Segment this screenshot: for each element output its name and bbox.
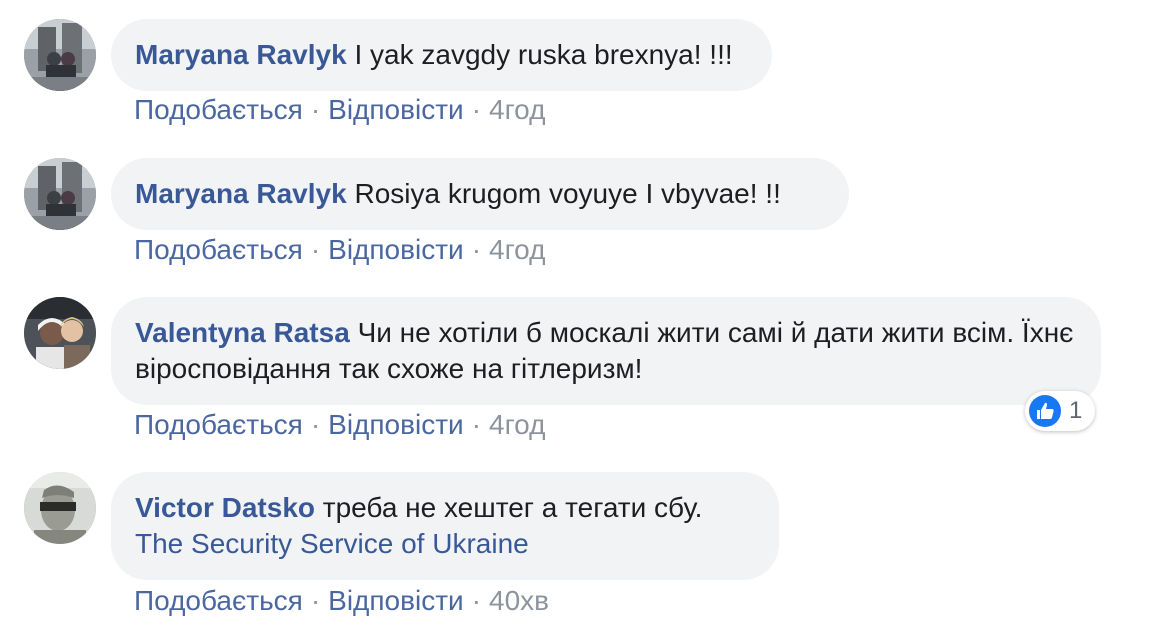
reply-link[interactable]: Відповісти	[328, 409, 464, 440]
avatar[interactable]	[24, 472, 96, 544]
separator-dot: ·	[310, 409, 321, 440]
like-link[interactable]: Подобається	[134, 234, 303, 265]
separator-dot: ·	[471, 94, 482, 125]
comment-bubble: Maryana Ravlyk I yak zavgdy ruska brexny…	[111, 19, 772, 91]
reply-link[interactable]: Відповісти	[328, 585, 464, 616]
comment-author[interactable]: Victor Datsko	[135, 492, 315, 523]
avatar[interactable]	[24, 297, 96, 369]
reaction-summary[interactable]: 1	[1025, 391, 1095, 431]
comment-author[interactable]: Maryana Ravlyk	[135, 39, 347, 70]
reply-link[interactable]: Відповісти	[328, 94, 464, 125]
comment-bubble: Victor Datsko треба не хештег а тегати с…	[111, 472, 779, 580]
comment-actions: Подобається · Відповісти · 4год	[134, 93, 545, 127]
avatar[interactable]	[24, 158, 96, 230]
comment-actions: Подобається · Відповісти · 4год	[134, 408, 545, 442]
separator-dot: ·	[310, 585, 321, 616]
separator-dot: ·	[471, 585, 482, 616]
comment-timestamp[interactable]: 4год	[489, 234, 545, 265]
comment-actions: Подобається · Відповісти · 4год	[134, 233, 545, 267]
comment-bubble: Maryana Ravlyk Rosiya krugom voyuye I vb…	[111, 158, 849, 230]
avatar[interactable]	[24, 19, 96, 91]
reply-link[interactable]: Відповісти	[328, 234, 464, 265]
comment-timestamp[interactable]: 4год	[489, 94, 545, 125]
thumbs-up-icon	[1029, 395, 1061, 427]
comment-timestamp[interactable]: 40хв	[489, 585, 549, 616]
comment-timestamp[interactable]: 4год	[489, 409, 545, 440]
separator-dot: ·	[471, 409, 482, 440]
comment-text: I yak zavgdy ruska brexnya! !!!	[354, 39, 733, 70]
comment-author[interactable]: Valentyna Ratsa	[135, 317, 350, 348]
reaction-count: 1	[1069, 397, 1083, 424]
comment-text: Rosiya krugom voyuye I vbyvae! !!	[354, 178, 781, 209]
page-mention-link[interactable]: The Security Service of Ukraine	[135, 528, 529, 559]
separator-dot: ·	[310, 234, 321, 265]
like-link[interactable]: Подобається	[134, 585, 303, 616]
like-link[interactable]: Подобається	[134, 94, 303, 125]
separator-dot: ·	[471, 234, 482, 265]
comment-author[interactable]: Maryana Ravlyk	[135, 178, 347, 209]
like-link[interactable]: Подобається	[134, 409, 303, 440]
comment-bubble: Valentyna Ratsa Чи не хотіли б москалі ж…	[111, 297, 1101, 405]
comment-text: треба не хештег а тегати сбу.	[322, 492, 703, 523]
comment-actions: Подобається · Відповісти · 40хв	[134, 584, 549, 618]
separator-dot: ·	[310, 94, 321, 125]
